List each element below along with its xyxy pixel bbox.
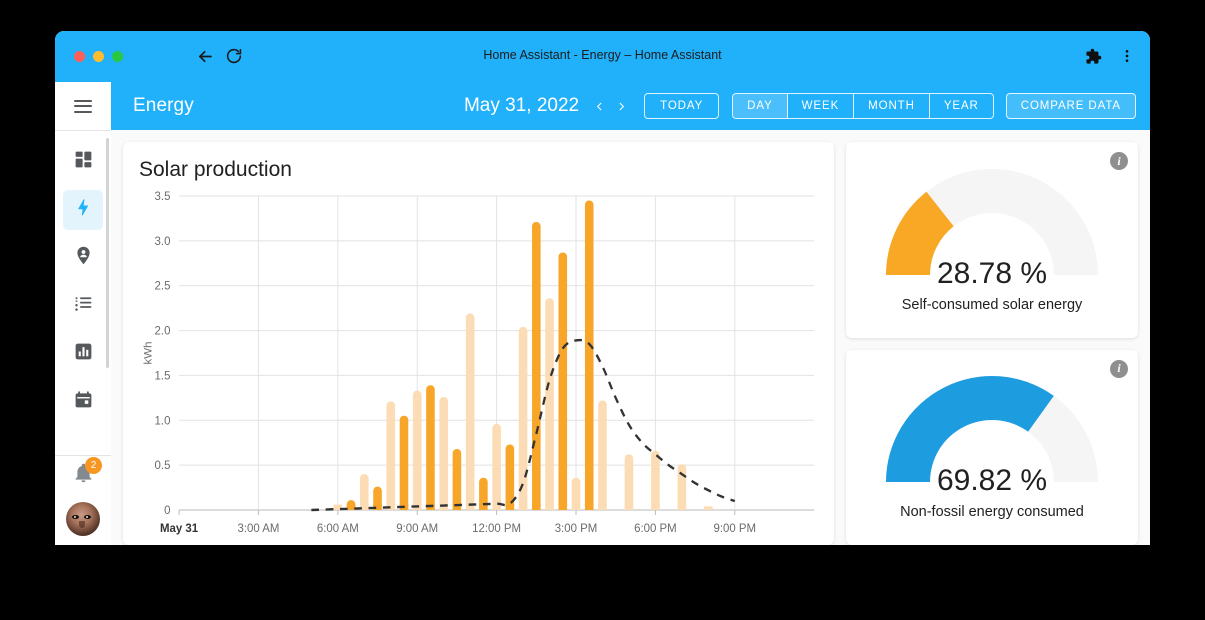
browser-chrome: Home Assistant - Energy – Home Assistant bbox=[55, 31, 1150, 82]
info-icon[interactable]: i bbox=[1110, 360, 1128, 378]
next-period-button[interactable] bbox=[610, 92, 632, 120]
self-consumed-solar-card: i 28.78 % Self-consumed solar energy bbox=[846, 142, 1138, 338]
svg-text:9:00 PM: 9:00 PM bbox=[713, 522, 756, 535]
gauge-label-self-consumed: Self-consumed solar energy bbox=[902, 297, 1083, 313]
view-dashboard-icon bbox=[73, 149, 94, 175]
svg-text:2.0: 2.0 bbox=[155, 324, 171, 337]
period-week-button[interactable]: WEEK bbox=[788, 94, 854, 118]
sidebar-nav-list bbox=[63, 131, 103, 455]
gauge-non-fossil: 69.82 % bbox=[873, 370, 1111, 492]
svg-text:2.5: 2.5 bbox=[155, 279, 171, 292]
period-year-button[interactable]: YEAR bbox=[930, 94, 993, 118]
solar-production-card: Solar production 0 0.5 1.0 1.5 2.0 2.5 3.0 3.5 M… bbox=[123, 142, 834, 545]
puzzle-piece-icon[interactable] bbox=[1083, 45, 1103, 67]
sidebar-item-map[interactable] bbox=[63, 238, 103, 278]
info-icon[interactable]: i bbox=[1110, 152, 1128, 170]
main-column: Energy May 31, 2022 TODAY DAY WEEK MONTH… bbox=[111, 82, 1150, 545]
svg-text:1.0: 1.0 bbox=[155, 414, 171, 427]
period-month-button[interactable]: MONTH bbox=[854, 94, 930, 118]
sidebar-scrollbar[interactable] bbox=[106, 138, 109, 368]
gauge-value-self-consumed: 28.78 % bbox=[873, 257, 1111, 291]
sidebar-item-calendar[interactable] bbox=[63, 382, 103, 422]
page-title: Energy bbox=[133, 95, 194, 117]
non-fossil-energy-card: i 69.82 % Non-fossil energy consumed bbox=[846, 350, 1138, 546]
browser-toolbar-right bbox=[1083, 45, 1137, 67]
notifications-button[interactable]: 2 bbox=[63, 456, 103, 496]
lightning-bolt-icon bbox=[73, 197, 94, 223]
calendar-icon bbox=[73, 389, 94, 415]
format-list-icon bbox=[73, 293, 94, 319]
date-range-label: May 31, 2022 bbox=[464, 95, 579, 117]
chart-box-icon bbox=[73, 341, 94, 367]
hamburger-menu-icon bbox=[74, 96, 92, 116]
browser-window: Home Assistant - Energy – Home Assistant bbox=[55, 31, 1150, 545]
today-button[interactable]: TODAY bbox=[644, 93, 719, 119]
svg-text:6:00 PM: 6:00 PM bbox=[634, 522, 677, 535]
svg-text:0.5: 0.5 bbox=[155, 459, 171, 472]
app-body: 2 Energy May 31, 2022 bbox=[55, 82, 1150, 545]
gauge-self-consumed: 28.78 % bbox=[873, 163, 1111, 285]
svg-text:6:00 AM: 6:00 AM bbox=[317, 522, 359, 535]
solar-production-chart[interactable]: 0 0.5 1.0 1.5 2.0 2.5 3.0 3.5 May 31 3:00 AM 6:00 … bbox=[139, 188, 818, 545]
sidebar-item-energy[interactable] bbox=[63, 190, 103, 230]
browser-tab-title: Home Assistant - Energy – Home Assistant bbox=[55, 48, 1150, 62]
content-area: Solar production 0 0.5 1.0 1.5 2.0 2.5 3.0 3.5 M… bbox=[111, 130, 1150, 545]
sidebar-bottom: 2 bbox=[63, 456, 103, 545]
sidebar-toggle-button[interactable] bbox=[55, 82, 111, 130]
avatar[interactable] bbox=[66, 502, 100, 536]
map-marker-account-icon bbox=[73, 245, 94, 271]
svg-text:May 31: May 31 bbox=[160, 522, 199, 535]
sidebar-item-logbook[interactable] bbox=[63, 286, 103, 326]
app-toolbar: Energy May 31, 2022 TODAY DAY WEEK MONTH… bbox=[111, 82, 1150, 130]
svg-text:12:00 PM: 12:00 PM bbox=[472, 522, 521, 535]
kebab-menu-icon[interactable] bbox=[1117, 45, 1137, 67]
svg-text:3:00 AM: 3:00 AM bbox=[237, 522, 279, 535]
gauges-column: i 28.78 % Self-consumed solar energy i 6… bbox=[846, 142, 1138, 545]
svg-text:3.5: 3.5 bbox=[155, 190, 171, 203]
previous-period-button[interactable] bbox=[588, 92, 610, 120]
sidebar-item-dashboard[interactable] bbox=[63, 142, 103, 182]
chart-title: Solar production bbox=[139, 158, 818, 182]
svg-text:kWh: kWh bbox=[143, 342, 155, 365]
sidebar-item-history[interactable] bbox=[63, 334, 103, 374]
period-day-button[interactable]: DAY bbox=[733, 94, 788, 118]
svg-text:9:00 AM: 9:00 AM bbox=[396, 522, 438, 535]
period-toggle-group: DAY WEEK MONTH YEAR bbox=[732, 93, 994, 119]
notification-badge: 2 bbox=[85, 457, 102, 474]
sidebar: 2 bbox=[55, 82, 111, 545]
svg-text:0: 0 bbox=[164, 504, 171, 517]
svg-text:1.5: 1.5 bbox=[155, 369, 171, 382]
svg-text:3.0: 3.0 bbox=[155, 235, 171, 248]
gauge-label-non-fossil: Non-fossil energy consumed bbox=[900, 504, 1084, 520]
compare-data-button[interactable]: COMPARE DATA bbox=[1006, 93, 1136, 119]
svg-text:3:00 PM: 3:00 PM bbox=[555, 522, 598, 535]
gauge-value-non-fossil: 69.82 % bbox=[873, 464, 1111, 498]
